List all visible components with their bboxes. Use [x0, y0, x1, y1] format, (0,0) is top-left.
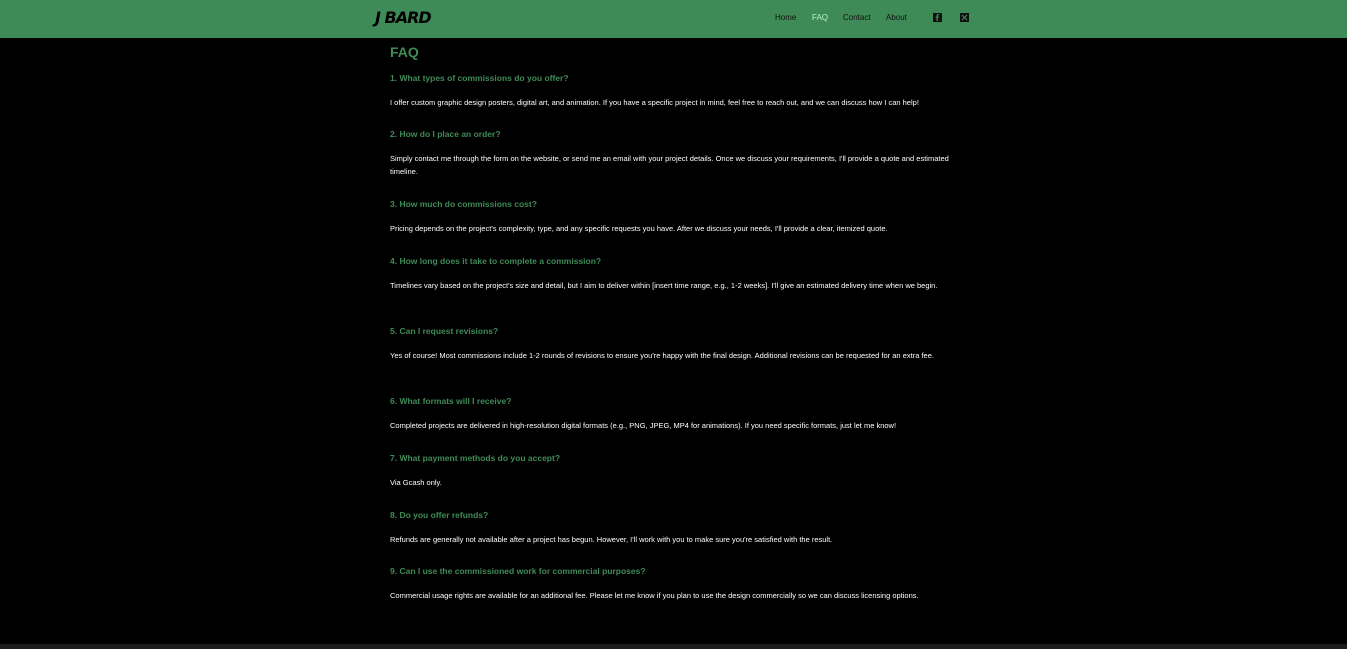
faq-answer: Timelines vary based on the project's si… — [390, 281, 938, 290]
footer-divider — [0, 644, 1347, 649]
page-title: FAQ — [390, 44, 419, 60]
faq-item: 8. Do you offer refunds? Refunds are gen… — [390, 510, 965, 546]
faq-answer: Simply contact me through the form on th… — [390, 154, 949, 176]
faq-answer: Via Gcash only. — [390, 478, 442, 487]
nav-contact-link[interactable]: Contact — [843, 13, 871, 22]
faq-answer: Yes of course! Most commissions include … — [390, 351, 934, 360]
faq-question: 6. What formats will I receive? — [390, 396, 512, 406]
nav-about-link[interactable]: About — [886, 13, 907, 22]
faq-content: FAQ — [390, 43, 965, 61]
faq-question: 8. Do you offer refunds? — [390, 510, 489, 520]
faq-question: 7. What payment methods do you accept? — [390, 453, 561, 463]
faq-question: 2. How do I place an order? — [390, 129, 501, 139]
faq-answer: Commercial usage rights are available fo… — [390, 591, 919, 600]
faq-item: 6. What formats will I receive? Complete… — [390, 396, 965, 432]
site-header: J BARD Home FAQ Contact About — [0, 0, 1347, 38]
faq-answer: I offer custom graphic design posters, d… — [390, 98, 919, 107]
faq-question: 4. How long does it take to complete a c… — [390, 256, 602, 266]
faq-question: 5. Can I request revisions? — [390, 326, 499, 336]
nav-home-link[interactable]: Home — [775, 13, 796, 22]
faq-item: 7. What payment methods do you accept? V… — [390, 453, 965, 489]
faq-item: 5. Can I request revisions? Yes of cours… — [390, 326, 965, 362]
faq-answer: Pricing depends on the project's complex… — [390, 224, 888, 233]
faq-answer: Refunds are generally not available afte… — [390, 535, 833, 544]
faq-item: 4. How long does it take to complete a c… — [390, 256, 965, 292]
faq-answer: Completed projects are delivered in high… — [390, 421, 897, 430]
faq-item: 1. What types of commissions do you offe… — [390, 73, 965, 109]
faq-question: 3. How much do commissions cost? — [390, 199, 537, 209]
facebook-icon[interactable] — [933, 13, 942, 22]
faq-question: 9. Can I use the commissioned work for c… — [390, 566, 646, 576]
faq-question: 1. What types of commissions do you offe… — [390, 73, 569, 83]
faq-item: 2. How do I place an order? Simply conta… — [390, 129, 965, 178]
faq-item: 9. Can I use the commissioned work for c… — [390, 566, 965, 602]
nav-faq-link[interactable]: FAQ — [812, 13, 828, 22]
x-icon[interactable] — [960, 13, 969, 22]
site-logo[interactable]: J BARD — [375, 8, 432, 27]
faq-item: 3. How much do commissions cost? Pricing… — [390, 199, 965, 235]
